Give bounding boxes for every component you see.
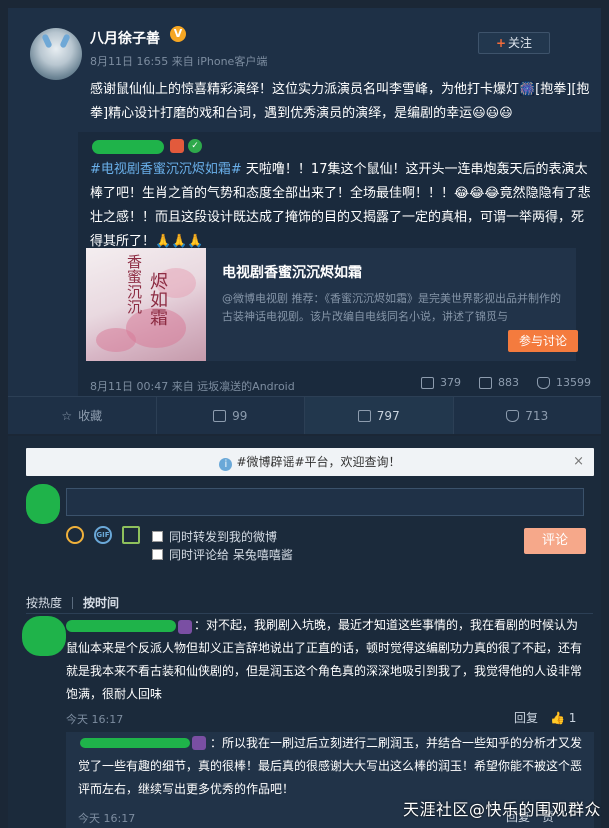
sort-tabs: 按热度 按时间 [26, 594, 129, 611]
post-action-bar: ☆ 收藏 99 797 713 [8, 396, 601, 434]
redaction-blot [22, 616, 66, 656]
comment-input[interactable] [66, 488, 584, 516]
sort-by-time[interactable]: 按时间 [83, 594, 129, 611]
gif-icon[interactable]: GIF [94, 526, 112, 544]
comment-icon [479, 376, 492, 389]
hashtag-link[interactable]: #电视剧香蜜沉沉烬如霜# [90, 162, 242, 177]
comment-text: ：对不起，我刷剧入坑晚，最近才知道这些事情的，我在看剧的时候认为鼠仙本来是个反派… [66, 618, 583, 701]
comments-section: i #微博辟谣#平台，欢迎查询！ × GIF 同时转发到我的微博 同时评论给 呆兔… [8, 436, 601, 828]
card-image-subtitle: 烬如霜 [147, 272, 168, 326]
verified-check-icon: ✓ [188, 139, 202, 153]
thumbs-up-icon: 👍 [550, 710, 565, 725]
image-icon[interactable] [122, 526, 140, 544]
like-button[interactable]: 👍 1 [550, 711, 576, 725]
reply-button[interactable]: 回复 [514, 709, 538, 726]
close-icon[interactable]: × [573, 448, 584, 476]
weibo-post: 八月徐子善 V 8月11日 16:55 来自 iPhone客户端 + 关注 感谢鼠… [8, 8, 601, 434]
submit-comment-button[interactable]: 评论 [524, 528, 586, 554]
comment-to-checkbox-row[interactable]: 同时评论给 呆兔嘻嘻酱 [152, 546, 293, 563]
like-button[interactable]: 713 [454, 397, 602, 434]
reposted-content: ✓ #电视剧香蜜沉沉烬如霜# 天啦噜！！17集这个鼠仙！这开头一连串炮轰天后的表… [78, 132, 601, 396]
user-avatar[interactable] [30, 28, 82, 80]
verified-icon: V [170, 26, 186, 42]
repost-button[interactable]: 99 [157, 397, 305, 434]
thumbs-up-icon [506, 409, 520, 422]
repost-count[interactable]: 379 [421, 376, 461, 389]
rumor-notice-bar[interactable]: i #微博辟谣#平台，欢迎查询！ × [26, 448, 594, 476]
topic-card[interactable]: 香蜜沉沉 烬如霜 电视剧香蜜沉沉烬如霜 @微博电视剧 推荐：《香蜜沉沉烬如霜》是… [86, 248, 578, 361]
post-text: 感谢鼠仙仙上的惊喜精彩演绎！这位实力派演员名叫李雪峰，为他打卡爆灯🎆[抱拳][抱… [90, 82, 590, 121]
repost-user-badges: ✓ [170, 136, 202, 156]
repost-checkbox-row[interactable]: 同时转发到我的微博 [152, 528, 277, 545]
star-icon: ☆ [61, 408, 73, 423]
repost-icon [421, 376, 434, 389]
emoji-icon[interactable] [66, 526, 84, 544]
topic-card-desc: @微博电视剧 推荐：《香蜜沉沉烬如霜》是完美世界影视出品并制作的古装神话电视剧。… [222, 292, 561, 323]
repost-meta: 8月11日 00:47 来自 远坂凛送的Android [90, 380, 295, 393]
checkbox[interactable] [152, 549, 163, 560]
reply-text: ：所以我在一刷过后立刻进行二刷润玉，并结合一些知乎的分析才又发觉了一些有趣的细节… [78, 736, 583, 796]
post-meta: 8月11日 16:55 来自 iPhone客户端 [90, 55, 268, 68]
comment-button[interactable]: 797 [305, 397, 454, 434]
plus-icon: + [495, 36, 507, 50]
topic-card-title[interactable]: 电视剧香蜜沉沉烬如霜 [222, 262, 362, 282]
sort-by-hot[interactable]: 按热度 [26, 594, 72, 611]
like-icon [537, 376, 550, 389]
redaction-blot [92, 140, 164, 154]
redaction-blot [26, 484, 60, 524]
comment-actions: 回复 👍 1 [514, 709, 576, 726]
follow-button[interactable]: + 关注 [478, 32, 550, 54]
like-count[interactable]: 13599 [537, 376, 591, 389]
comment-count[interactable]: 883 [479, 376, 519, 389]
join-discussion-button[interactable]: 参与讨论 [508, 330, 578, 352]
post-username[interactable]: 八月徐子善 [90, 28, 160, 48]
topic-card-image: 香蜜沉沉 烬如霜 [86, 248, 206, 361]
watermark: 天涯社区@快乐的围观群众 [402, 800, 601, 819]
checkbox[interactable] [152, 531, 163, 542]
reply-time: 今天 16:17 [78, 812, 136, 825]
comment-icon [357, 409, 371, 422]
card-image-title: 香蜜沉沉 [125, 254, 143, 314]
comment-time: 今天 16:17 [66, 713, 124, 726]
repost-text: #电视剧香蜜沉沉烬如霜# 天啦噜！！17集这个鼠仙！这开头一连串炮轰天后的表演太… [90, 162, 591, 249]
info-icon: i [219, 458, 233, 471]
comment-tools: GIF [66, 526, 140, 544]
repost-icon [213, 409, 227, 422]
favorite-button[interactable]: ☆ 收藏 [8, 397, 157, 434]
level-badge-icon [170, 139, 184, 153]
repost-stats: 379 883 13599 [421, 376, 591, 389]
